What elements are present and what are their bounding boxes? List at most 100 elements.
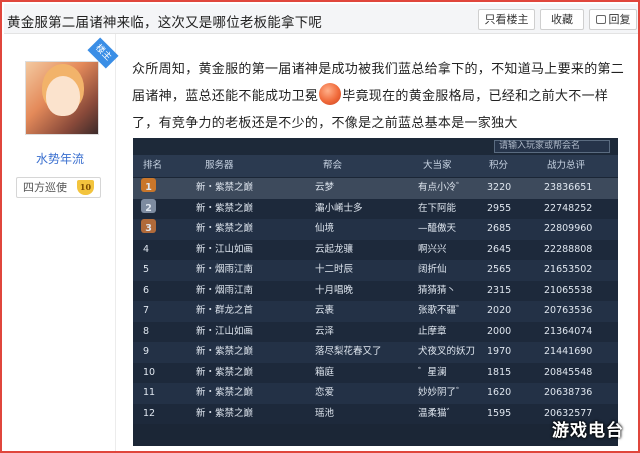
player-search-input: 请输入玩家或帮会名 [494,140,610,153]
author-rank: 四方巡使 10 [16,177,101,198]
cell-power: 20763536 [544,305,593,316]
col-score: 积分 [489,160,509,171]
cell-server: 新・紫禁之巅 [196,182,254,193]
cell-rank: 12 [143,407,156,419]
post-content: 众所周知，黄金服的第一届诸神是成功被我们蓝总给拿下的，不知道马上要来的第二届诸神… [132,56,632,137]
cell-rank: 10 [143,366,156,378]
cell-rank: 11 [143,387,156,398]
cell-guild: 恋爱 [315,387,335,398]
cell-score: 2315 [487,284,512,296]
level-badge-icon: 10 [77,180,94,195]
only-op-button[interactable]: 只看楼主 [478,9,535,30]
cell-score: 1595 [487,407,512,419]
table-row: 5 新・烟雨江南 十二时辰 阔折仙 2565 21653502 [133,260,618,281]
watermark: 游戏电台 [552,421,624,441]
post-frame: 黄金服第二届诸神来临，这次又是哪位老板能拿下呢 只看楼主 收藏 回复 楼主 水势… [0,0,640,453]
author-panel: 楼主 水势年流 四方巡使 10 [4,34,119,451]
rank-title: 四方巡使 [23,181,67,194]
cell-power: 23836651 [544,182,593,193]
cell-power: 21441690 [544,346,593,357]
table-row: 11 新・紫禁之巅 恋爱 妙妙阴了゛ 1620 20638736 [133,383,618,404]
cell-guild: 灞小崤士多 [315,202,363,214]
cell-score: 1815 [487,366,512,378]
cell-server: 新・紫禁之巅 [196,202,254,214]
cell-score: 2000 [487,325,512,337]
reply-button[interactable]: 回复 [589,9,637,30]
cell-leader: 啊兴兴 [418,243,447,255]
col-leader: 大当家 [423,160,452,171]
cell-leader: 阔折仙 [418,264,447,275]
cell-power: 22748252 [544,202,593,214]
reply-icon [595,15,606,24]
col-rank: 排名 [143,160,163,171]
col-power: 战力总评 [547,160,586,171]
reply-label: 回复 [608,13,631,26]
table-row: 3 新・紫禁之巅 仙境 —醯傲天 2685 22809960 [133,219,618,240]
author-username[interactable]: 水势年流 [4,150,116,167]
cell-guild: 云泽 [315,325,335,337]
cell-server: 新・紫禁之巅 [196,223,254,234]
emoji-icon [319,83,342,105]
col-server: 服务器 [205,160,234,171]
post-header-bar: 黄金服第二届诸神来临，这次又是哪位老板能拿下呢 只看楼主 收藏 回复 [4,4,638,34]
cell-guild: 十月唱晚 [315,284,354,296]
cell-leader: 张歌不疆゛ [418,305,466,316]
cell-score: 2685 [487,223,512,234]
cell-guild: 箱庭 [315,366,335,378]
cell-server: 新・紫禁之巅 [196,346,254,357]
cell-guild: 落尽梨花春又了 [315,346,382,357]
cell-power: 22288808 [544,243,593,255]
cell-rank: 9 [143,346,150,357]
rank-medal-icon: 1 [141,178,156,193]
cell-score: 1970 [487,346,512,357]
table-row: 8 新・江山如画 云泽 止摩章 2000 21364074 [133,321,618,342]
cell-rank: 7 [143,305,150,316]
cell-leader: ゛星澜 [418,366,447,378]
table-row: 6 新・烟雨江南 十月唱晚 猜猜猜丶 2315 21065538 [133,280,618,301]
table-row: 2 新・紫禁之巅 灞小崤士多 在下阿能 2955 22748252 [133,198,618,219]
cell-guild: 十二时辰 [315,264,354,275]
cell-rank: 5 [143,264,150,275]
cell-leader: 猜猜猜丶 [418,284,457,296]
cell-server: 新・江山如画 [196,243,254,255]
cell-power: 21653502 [544,264,593,275]
cell-leader: 止摩章 [418,325,447,337]
rank-medal-icon: 3 [141,219,156,234]
cell-rank: 4 [143,243,150,255]
cell-server: 新・烟雨江南 [196,264,254,275]
cell-leader: 温柔猫゛ [418,407,457,419]
cell-leader: 有点小冷゛ [418,182,466,193]
cell-server: 新・群龙之首 [196,305,254,316]
cell-guild: 仙境 [315,223,335,234]
cell-power: 20638736 [544,387,593,398]
cell-server: 新・紫禁之巅 [196,407,254,419]
cell-guild: 瑶池 [315,407,335,419]
table-row: 4 新・江山如画 云起龙骧 啊兴兴 2645 22288808 [133,239,618,260]
cell-power: 21364074 [544,325,593,337]
cell-server: 新・江山如画 [196,325,254,337]
screenshot-topbar: 请输入玩家或帮会名 [133,138,618,155]
col-guild: 帮会 [323,160,343,171]
cell-leader: 犬夜叉的妖刀 [418,346,476,357]
table-row: 7 新・群龙之首 云裹 张歌不疆゛ 2020 20763536 [133,301,618,322]
cell-score: 2645 [487,243,512,255]
rank-medal-icon: 2 [141,198,156,214]
collect-button[interactable]: 收藏 [540,9,584,30]
cell-rank: 8 [143,325,150,337]
table-row: 12 新・紫禁之巅 瑶池 温柔猫゛ 1595 20632577 [133,403,618,424]
cell-rank: 6 [143,284,150,296]
cell-guild: 云起龙骧 [315,243,354,255]
cell-score: 2020 [487,305,512,316]
cell-server: 新・紫禁之巅 [196,366,254,378]
cell-server: 新・紫禁之巅 [196,387,254,398]
cell-leader: 妙妙阴了゛ [418,387,466,398]
table-row: 10 新・紫禁之巅 箱庭 ゛星澜 1815 20845548 [133,362,618,383]
cell-guild: 云梦 [315,182,335,193]
cell-leader: 在下阿能 [418,202,457,214]
avatar[interactable] [25,61,99,135]
cell-power: 22809960 [544,223,593,234]
cell-score: 2955 [487,202,512,214]
cell-leader: —醯傲天 [418,223,457,234]
ranking-table-header: 排名 服务器 帮会 大当家 积分 战力总评 [133,155,618,177]
ranking-screenshot: 请输入玩家或帮会名 排名 服务器 帮会 大当家 积分 战力总评 1 新・紫禁之巅云… [133,138,618,446]
